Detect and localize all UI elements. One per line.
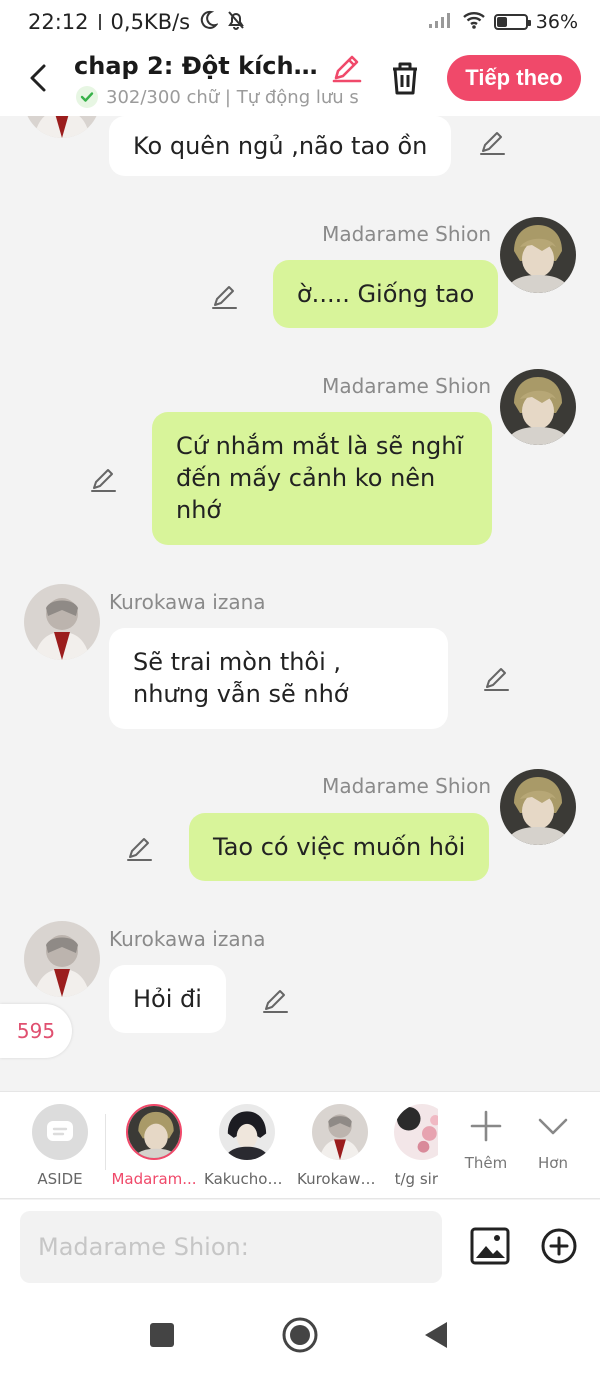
sender-name: Kurokawa izana — [109, 590, 266, 614]
pencil-icon — [332, 55, 362, 83]
character-label: t/g sir — [394, 1170, 438, 1188]
trash-icon — [393, 62, 417, 95]
pencil-icon — [91, 469, 116, 492]
pencil-icon — [480, 132, 505, 155]
more-button[interactable]: Hơn — [523, 1108, 583, 1172]
back-button[interactable] — [20, 58, 56, 98]
battery-tip — [527, 20, 531, 26]
image-icon — [470, 1227, 510, 1265]
message-bubble[interactable]: Hỏi đi — [109, 965, 226, 1033]
chevron-down-icon — [538, 1118, 568, 1135]
sender-name: Madarame Shion — [322, 374, 491, 398]
avatar — [219, 1104, 275, 1160]
plus-icon — [470, 1110, 502, 1142]
word-counter-badge[interactable]: 595 — [0, 1004, 72, 1058]
word-count-status: 302/300 chữ | Tự động lưu s — [76, 86, 366, 108]
avatar — [126, 1104, 182, 1160]
character-kurokawa[interactable]: Kurokawa ... — [293, 1104, 387, 1188]
chat-area[interactable]: Ko quên ngủ ,não tao ồn Madarame Shion ờ… — [0, 116, 600, 1091]
composer — [0, 1200, 600, 1295]
status-bar: 22:12 0,5KB/s 36% — [0, 0, 600, 44]
sender-name: Madarame Shion — [322, 222, 491, 246]
aside-icon — [32, 1104, 88, 1160]
delete-button[interactable] — [386, 58, 424, 98]
pencil-icon — [212, 286, 237, 309]
check-icon — [76, 86, 98, 108]
character-label: Kurokawa ... — [297, 1170, 383, 1188]
avatar-kurokawa[interactable] — [24, 584, 100, 660]
edit-message-button[interactable] — [210, 281, 240, 311]
editor-header: chap 2: Đột kích Yo... 302/300 chữ | Tự … — [0, 44, 600, 116]
avatar-kurokawa[interactable] — [24, 116, 100, 138]
battery-percent: 36% — [535, 11, 578, 33]
square-icon — [150, 1323, 174, 1347]
edit-message-button[interactable] — [89, 464, 119, 494]
signal-icon — [428, 10, 454, 34]
character-label: Madaram... — [111, 1170, 197, 1188]
sender-name: Madarame Shion — [322, 774, 491, 798]
message-input[interactable] — [20, 1211, 442, 1283]
avatar-kurokawa[interactable] — [24, 921, 100, 997]
insert-image-button[interactable] — [470, 1226, 510, 1266]
more-label: Hơn — [538, 1154, 568, 1172]
message-bubble[interactable]: Sẽ trai mòn thôi , nhưng vẫn sẽ nhớ — [109, 628, 448, 729]
add-label: Thêm — [464, 1154, 508, 1172]
message-bubble[interactable]: Cứ nhắm mắt là sẽ nghĩ đến mấy cảnh ko n… — [152, 412, 492, 545]
pencil-icon — [484, 668, 509, 691]
home-circle-icon — [282, 1317, 318, 1353]
edit-message-button[interactable] — [261, 985, 291, 1015]
character-tg[interactable]: t/g sir — [386, 1104, 438, 1188]
triangle-back-icon — [425, 1322, 447, 1348]
divider — [105, 1114, 106, 1170]
character-madarame[interactable]: Madaram... — [107, 1104, 201, 1188]
avatar-madarame[interactable] — [500, 769, 576, 845]
battery-fill — [496, 17, 507, 27]
avatar — [312, 1104, 368, 1160]
character-label: ASIDE — [37, 1170, 83, 1188]
pencil-icon — [263, 990, 288, 1013]
home-button[interactable] — [280, 1315, 320, 1355]
message-bubble[interactable]: Tao có việc muốn hỏi — [189, 813, 490, 881]
next-button[interactable]: Tiếp theo — [447, 55, 581, 101]
more-actions-button[interactable] — [540, 1227, 578, 1265]
character-aside[interactable]: ASIDE — [13, 1104, 107, 1188]
moon-icon — [198, 10, 219, 35]
network-speed: 0,5KB/s — [110, 10, 191, 34]
system-nav-bar — [0, 1295, 600, 1375]
message-bubble[interactable]: Ko quên ngủ ,não tao ồn — [109, 116, 452, 176]
chapter-title[interactable]: chap 2: Đột kích Yo... — [74, 52, 324, 80]
character-selector: ASIDE Madaram... Kakuchou ... Kurokawa .… — [0, 1091, 600, 1199]
edit-message-button[interactable] — [125, 833, 155, 863]
edit-title-button[interactable] — [330, 50, 364, 84]
avatar-madarame[interactable] — [500, 217, 576, 293]
character-kakuchou[interactable]: Kakuchou ... — [200, 1104, 294, 1188]
plus-circle-icon — [541, 1228, 577, 1264]
avatar-madarame[interactable] — [500, 369, 576, 445]
wifi-icon — [462, 10, 486, 35]
pencil-icon — [127, 838, 152, 861]
edit-message-button[interactable] — [478, 127, 508, 157]
add-character-button[interactable]: Thêm — [456, 1108, 516, 1172]
message-bubble[interactable]: ờ..... Giống tao — [273, 260, 499, 328]
edit-message-button[interactable] — [482, 663, 512, 693]
sender-name: Kurokawa izana — [109, 927, 266, 951]
back-nav-button[interactable] — [416, 1315, 456, 1355]
battery-icon — [493, 14, 531, 30]
status-time: 22:12 — [28, 10, 89, 34]
recents-button[interactable] — [142, 1315, 182, 1355]
character-label: Kakuchou ... — [204, 1170, 290, 1188]
bell-off-icon — [226, 10, 246, 35]
avatar — [394, 1104, 438, 1160]
status-separator — [98, 14, 101, 30]
chevron-left-icon — [30, 64, 46, 92]
autosave-text: 302/300 chữ | Tự động lưu s — [106, 86, 359, 108]
